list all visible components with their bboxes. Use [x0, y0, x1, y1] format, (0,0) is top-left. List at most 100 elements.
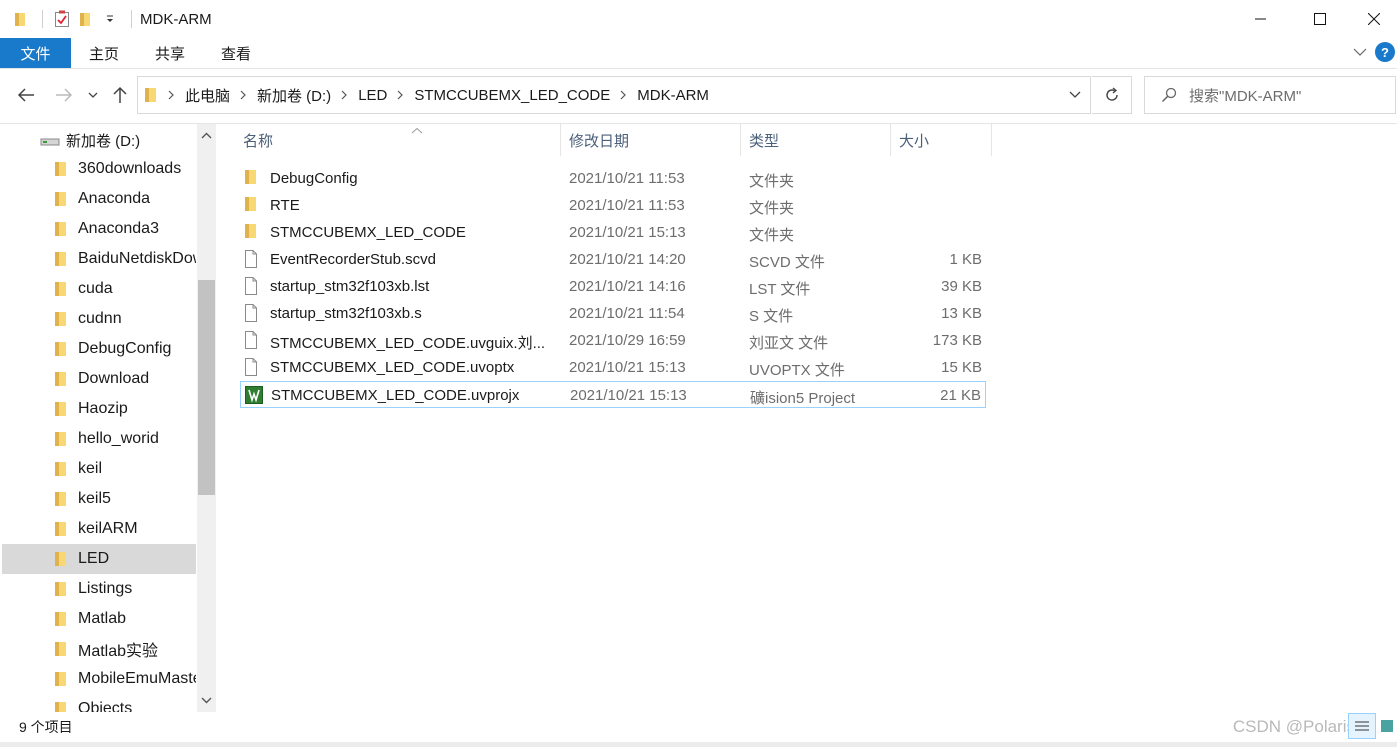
close-button[interactable] — [1351, 0, 1397, 38]
file-row[interactable]: STMCCUBEMX_LED_CODE.uvguix.刘... 2021/10/2… — [240, 327, 986, 354]
nav-folder-item[interactable]: cudnn — [2, 304, 196, 334]
scroll-down-icon[interactable] — [200, 692, 213, 708]
nav-folder-item[interactable]: hello_worid — [2, 424, 196, 454]
minimize-icon — [1255, 18, 1266, 20]
folder-icon — [244, 223, 258, 243]
nav-folder-item[interactable]: DebugConfig — [2, 334, 196, 364]
nav-folder-item[interactable]: Objects — [2, 694, 196, 712]
nav-folder-item[interactable]: keil5 — [2, 484, 196, 514]
file-date: 2021/10/21 14:16 — [569, 278, 686, 295]
chevron-right-icon[interactable] — [620, 90, 627, 100]
column-header-date-label: 修改日期 — [569, 132, 630, 150]
breadcrumb-mdk-arm[interactable]: MDK-ARM — [637, 87, 709, 104]
folder-icon — [54, 341, 68, 357]
nav-drive-d[interactable]: 新加卷 (D:) — [40, 128, 140, 152]
tab-home[interactable]: 主页 — [71, 38, 137, 68]
nav-folder-item[interactable]: 360downloads — [2, 154, 196, 184]
folder-icon — [244, 169, 258, 189]
nav-folder-item[interactable]: Anaconda — [2, 184, 196, 214]
breadcrumb-led[interactable]: LED — [358, 87, 387, 104]
folder-icon — [54, 461, 68, 477]
expand-ribbon-chevron-icon[interactable] — [1353, 44, 1367, 61]
nav-folder-label: DebugConfig — [78, 340, 172, 357]
help-icon[interactable]: ? — [1375, 42, 1395, 62]
file-type: SCVD 文件 — [749, 254, 825, 271]
properties-checkmark-icon[interactable] — [51, 8, 73, 30]
chevron-right-icon[interactable] — [397, 90, 404, 100]
file-type: 礦ision5 Project — [750, 390, 856, 407]
file-row[interactable]: RTE 2021/10/21 11:53 文件夹 — [240, 192, 986, 219]
file-row[interactable]: STMCCUBEMX_LED_CODE.uvoptx 2021/10/21 15:… — [240, 354, 986, 381]
chevron-right-icon[interactable] — [240, 90, 247, 100]
nav-scrollbar[interactable] — [197, 124, 216, 712]
nav-folder-label: Objects — [78, 700, 133, 712]
address-bar[interactable]: 此电脑 新加卷 (D:) LED STMCCUBEMX_LED_CODE MDK… — [137, 76, 1091, 114]
nav-folder-item[interactable]: MobileEmuMaster — [2, 664, 196, 694]
breadcrumb-this-pc[interactable]: 此电脑 — [185, 85, 230, 106]
back-button[interactable] — [12, 80, 40, 110]
file-row[interactable]: DebugConfig 2021/10/21 11:53 文件夹 — [240, 165, 986, 192]
breadcrumb-drive-d[interactable]: 新加卷 (D:) — [257, 85, 331, 106]
folder-icon — [244, 196, 258, 216]
nav-folder-item[interactable]: Download — [2, 364, 196, 394]
new-folder-icon[interactable] — [75, 8, 97, 30]
nav-folder-item[interactable]: Matlab实验 — [2, 634, 196, 664]
nav-folder-label: Anaconda — [78, 190, 151, 207]
search-input[interactable]: 搜索"MDK-ARM" — [1189, 85, 1301, 106]
file-size: 39 KB — [941, 278, 982, 295]
customize-toolbar-dropdown-icon[interactable] — [99, 8, 121, 30]
search-box[interactable]: 搜索"MDK-ARM" — [1144, 76, 1396, 114]
file-row[interactable]: EventRecorderStub.scvd 2021/10/21 14:20 SC… — [240, 246, 986, 273]
column-header-date[interactable]: 修改日期 — [561, 124, 741, 156]
folder-icon[interactable] — [10, 8, 32, 30]
nav-folder-item[interactable]: Listings — [2, 574, 196, 604]
chevron-right-icon[interactable] — [341, 90, 348, 100]
nav-folder-item[interactable]: BaiduNetdiskDownload — [2, 244, 196, 274]
refresh-button[interactable] — [1092, 76, 1132, 114]
forward-button[interactable] — [50, 80, 78, 110]
column-header-size[interactable]: 大小 — [891, 124, 992, 156]
nav-folder-item[interactable]: LED — [2, 544, 196, 574]
tab-file[interactable]: 文件 — [0, 38, 71, 68]
file-name: STMCCUBEMX_LED_CODE.uvguix.刘... — [270, 335, 545, 352]
scroll-up-icon[interactable] — [200, 128, 213, 144]
file-row[interactable]: startup_stm32f103xb.s 2021/10/21 11:54 S 文… — [240, 300, 986, 327]
column-header-type[interactable]: 类型 — [741, 124, 891, 156]
file-row[interactable]: STMCCUBEMX_LED_CODE.uvprojx 2021/10/21 15… — [240, 381, 986, 408]
file-icon — [244, 250, 258, 272]
file-row[interactable]: STMCCUBEMX_LED_CODE 2021/10/21 15:13 文件夹 — [240, 219, 986, 246]
nav-folder-label: Haozip — [78, 400, 128, 417]
up-button[interactable] — [106, 80, 134, 110]
folder-icon — [54, 311, 68, 327]
file-name: startup_stm32f103xb.lst — [270, 278, 430, 295]
file-date: 2021/10/21 15:13 — [570, 387, 687, 404]
address-history-dropdown-icon[interactable] — [1068, 87, 1082, 104]
file-name: EventRecorderStub.scvd — [270, 251, 436, 268]
large-icons-view-button[interactable] — [1377, 713, 1397, 739]
tab-view[interactable]: 查看 — [203, 38, 269, 68]
file-date: 2021/10/21 15:13 — [569, 359, 686, 376]
file-name: STMCCUBEMX_LED_CODE.uvprojx — [271, 387, 520, 404]
file-name: STMCCUBEMX_LED_CODE — [270, 224, 466, 241]
nav-folder-item[interactable]: keil — [2, 454, 196, 484]
arrow-up-icon — [113, 86, 127, 103]
file-date: 2021/10/21 11:53 — [569, 170, 685, 187]
keil-project-icon — [245, 386, 263, 408]
tab-share[interactable]: 共享 — [137, 38, 203, 68]
breadcrumb-project[interactable]: STMCCUBEMX_LED_CODE — [414, 87, 610, 104]
folder-icon — [54, 401, 68, 417]
scrollbar-thumb[interactable] — [198, 280, 215, 495]
nav-folder-item[interactable]: Matlab — [2, 604, 196, 634]
nav-folder-item[interactable]: Haozip — [2, 394, 196, 424]
nav-folder-item[interactable]: keilARM — [2, 514, 196, 544]
file-row[interactable]: startup_stm32f103xb.lst 2021/10/21 14:16 L… — [240, 273, 986, 300]
recent-locations-button[interactable] — [82, 80, 104, 110]
nav-folder-item[interactable]: cuda — [2, 274, 196, 304]
minimize-button[interactable] — [1238, 0, 1284, 38]
maximize-button[interactable] — [1297, 0, 1343, 38]
details-view-button[interactable] — [1348, 713, 1376, 739]
nav-folder-item[interactable]: Anaconda3 — [2, 214, 196, 244]
column-header-name[interactable]: 名称 — [235, 124, 561, 156]
window-title: MDK-ARM — [140, 10, 212, 28]
file-type: 文件夹 — [749, 227, 795, 244]
